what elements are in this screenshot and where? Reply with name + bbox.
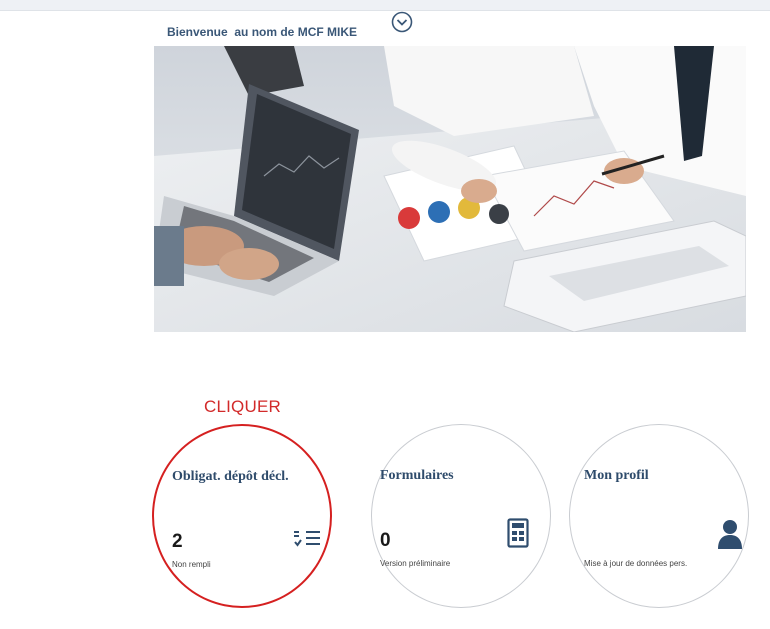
tile-formulaires[interactable]: Formulaires 0 Version préliminaire [371,424,551,608]
tile-title: Obligat. dépôt décl. [172,469,289,484]
tile-count: 2 [172,531,183,552]
welcome-text: Bienvenue au nom de MCF MIKE [167,25,358,39]
tile-obligations-declarations[interactable]: Obligat. dépôt décl. 2 Non rempli [152,424,332,608]
checklist-icon [294,531,320,547]
user-profile-icon [718,520,742,549]
hero-image [154,46,746,332]
tile-count: 0 [380,530,391,551]
tile-mon-profil[interactable]: Mon profil Mise à jour de données pers. [569,424,749,608]
tile-subtitle: Mise à jour de données pers. [584,559,688,568]
tile-subtitle: Version préliminaire [380,559,451,568]
tile-title: Mon profil [584,468,649,483]
form-document-icon [507,518,529,548]
tile-title: Formulaires [380,468,454,483]
chevron-down-circle-icon[interactable] [391,11,413,33]
click-callout-label: CLIQUER [204,397,281,416]
tile-subtitle: Non rempli [172,560,211,569]
top-bar [0,0,770,11]
